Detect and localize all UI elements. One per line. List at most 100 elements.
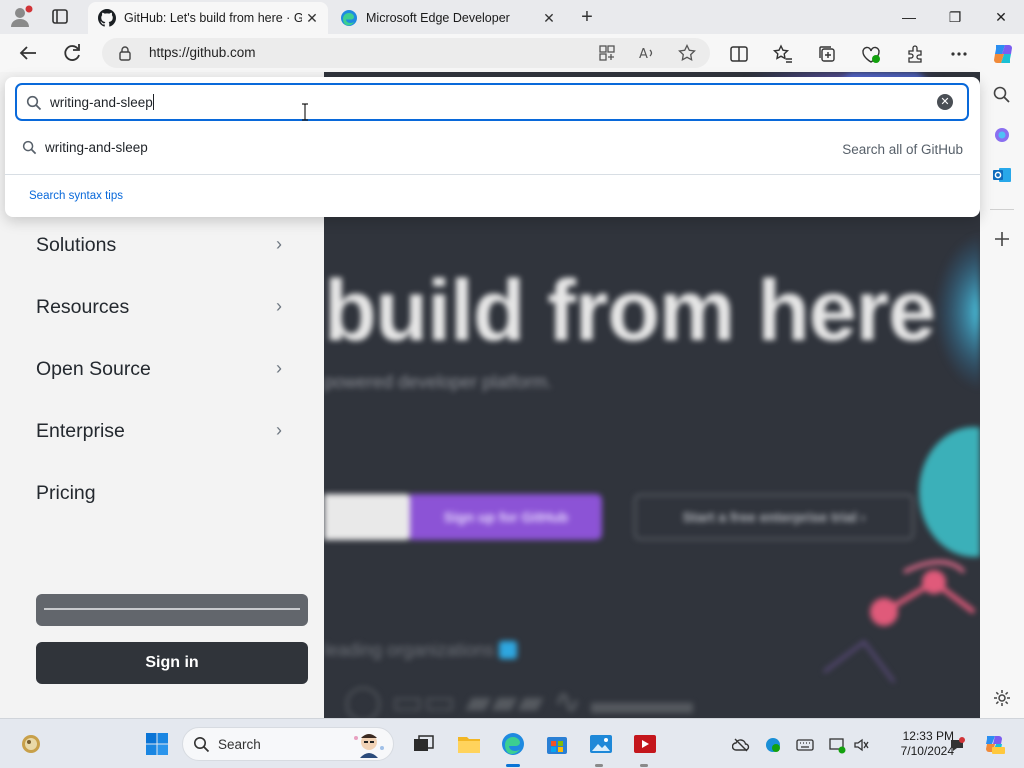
search-dropdown: writing-and-sleep ✕ writing-and-sleep Se…	[5, 77, 980, 217]
refresh-icon[interactable]	[58, 39, 86, 67]
dropdown-divider	[5, 174, 980, 175]
tab-title: GitHub: Let's build from here · GitHub	[124, 11, 302, 25]
edge-taskbar-icon[interactable]	[500, 731, 526, 757]
tab-actions-icon[interactable]	[46, 6, 74, 28]
hero-title: build from here	[324, 263, 936, 359]
signup-button[interactable]: Sign up for GitHub	[410, 494, 602, 540]
windows-taskbar: Search 12:33 PM 7/10/2024	[0, 718, 1024, 768]
copilot-sidebar-icon[interactable]	[992, 125, 1012, 145]
add-icon[interactable]	[992, 229, 1012, 249]
taskbar-search-label: Search	[218, 737, 261, 752]
windows-start-icon[interactable]	[144, 731, 170, 757]
lock-icon[interactable]	[118, 45, 132, 61]
extensions-icon[interactable]	[904, 43, 926, 65]
close-window-button[interactable]: ✕	[978, 0, 1024, 34]
suggestion-text: writing-and-sleep	[45, 140, 148, 155]
running-app-indicator	[595, 764, 603, 767]
search-icon	[22, 140, 37, 155]
browser-toolbar: https://github.com A	[0, 34, 1024, 72]
taskbar-search-box[interactable]: Search	[182, 727, 394, 761]
tab-title: Microsoft Edge Developer	[366, 11, 510, 25]
photos-app-icon[interactable]	[588, 731, 614, 757]
keyboard-icon[interactable]	[796, 736, 814, 754]
nav-item-pricing[interactable]: Pricing	[0, 466, 324, 522]
tab-close-button[interactable]: ✕	[302, 8, 322, 28]
nav-item-label: Pricing	[36, 482, 96, 504]
nav-search-bar[interactable]	[36, 594, 308, 626]
chevron-right-icon: ›	[276, 296, 282, 316]
system-clock[interactable]: 12:33 PM 7/10/2024	[874, 729, 954, 759]
notification-icon[interactable]	[948, 736, 966, 754]
collections-icon[interactable]	[816, 43, 838, 65]
search-input-value[interactable]: writing-and-sleep	[50, 94, 154, 110]
edge-icon	[340, 9, 358, 27]
tab-edge-developer[interactable]: Microsoft Edge Developer ✕	[330, 2, 565, 34]
enterprise-trial-button[interactable]: Start a free enterprise trial ›	[634, 494, 914, 540]
search-icon	[193, 736, 210, 753]
microsoft-store-icon[interactable]	[544, 731, 570, 757]
nav-item-resources[interactable]: Resources ›	[0, 280, 324, 336]
text-cursor-icon	[300, 103, 310, 121]
hero-subtitle: powered developer platform.	[324, 372, 553, 392]
trusted-by-text: leading organizations	[324, 640, 518, 661]
search-icon[interactable]	[992, 85, 1012, 105]
split-screen-icon[interactable]	[728, 43, 750, 65]
nav-item-label: Solutions	[36, 234, 117, 256]
security-icon[interactable]	[764, 736, 782, 754]
nav-item-label: Open Source	[36, 358, 151, 380]
app-available-icon[interactable]	[598, 44, 616, 62]
browser-essentials-icon[interactable]	[860, 43, 882, 65]
sidebar-divider	[990, 209, 1014, 210]
customer-logos: ◯ ▭▭ ▰▰▰ ∿ ▬▬▬	[344, 683, 694, 718]
task-view-icon[interactable]	[410, 731, 436, 757]
minimize-button[interactable]: —	[886, 0, 932, 34]
browser-titlebar: GitHub: Let's build from here · GitHub ✕…	[0, 0, 1024, 34]
nav-item-solutions[interactable]: Solutions ›	[0, 218, 324, 274]
chevron-right-icon: ›	[276, 358, 282, 378]
text-caret	[152, 94, 154, 110]
clock-date: 7/10/2024	[900, 744, 954, 758]
nav-item-enterprise[interactable]: Enterprise ›	[0, 404, 324, 460]
weather-widget-icon[interactable]	[18, 731, 44, 757]
address-bar[interactable]: https://github.com A	[102, 38, 710, 68]
search-icon	[26, 95, 42, 111]
nav-item-label: Resources	[36, 296, 130, 318]
tab-github[interactable]: GitHub: Let's build from here · GitHub ✕	[88, 2, 328, 34]
sign-in-button[interactable]: Sign in	[36, 642, 308, 684]
profile-icon[interactable]	[8, 5, 34, 29]
favorite-star-icon[interactable]	[678, 43, 696, 62]
display-icon[interactable]	[828, 736, 846, 754]
search-input[interactable]: writing-and-sleep ✕	[15, 83, 969, 121]
media-app-icon[interactable]	[632, 731, 658, 757]
back-arrow-icon[interactable]	[14, 39, 42, 67]
active-app-indicator	[506, 764, 520, 767]
outlook-icon[interactable]	[992, 165, 1012, 185]
read-aloud-icon[interactable]: A	[638, 44, 656, 62]
edge-sidebar	[980, 72, 1024, 718]
new-tab-button[interactable]: +	[574, 4, 600, 30]
restore-button[interactable]: ❐	[932, 0, 978, 34]
search-syntax-tips-link[interactable]: Search syntax tips	[29, 190, 123, 202]
search-highlight-icon	[351, 730, 387, 758]
logo-badge-icon	[499, 641, 518, 659]
network-cloud-icon[interactable]	[731, 736, 750, 754]
github-icon	[98, 9, 116, 27]
search-all-github-label: Search all of GitHub	[842, 142, 963, 157]
copilot-icon[interactable]	[990, 41, 1016, 67]
nav-item-open-source[interactable]: Open Source ›	[0, 342, 324, 398]
nav-item-label: Enterprise	[36, 420, 125, 442]
email-field[interactable]	[324, 494, 410, 540]
chevron-right-icon: ›	[276, 420, 282, 440]
chevron-right-icon: ›	[276, 234, 282, 254]
copilot-preview-icon[interactable]	[982, 732, 1006, 756]
file-explorer-icon[interactable]	[456, 731, 482, 757]
favorites-icon[interactable]	[772, 43, 794, 65]
search-suggestion[interactable]: writing-and-sleep Search all of GitHub	[5, 129, 980, 169]
tab-close-button[interactable]: ✕	[539, 8, 559, 28]
more-menu-icon[interactable]	[948, 43, 970, 65]
volume-icon[interactable]	[852, 736, 870, 754]
svg-text:A: A	[639, 47, 648, 62]
clear-search-button[interactable]: ✕	[937, 94, 953, 110]
settings-gear-icon[interactable]	[992, 688, 1012, 708]
url-text[interactable]: https://github.com	[149, 45, 256, 60]
